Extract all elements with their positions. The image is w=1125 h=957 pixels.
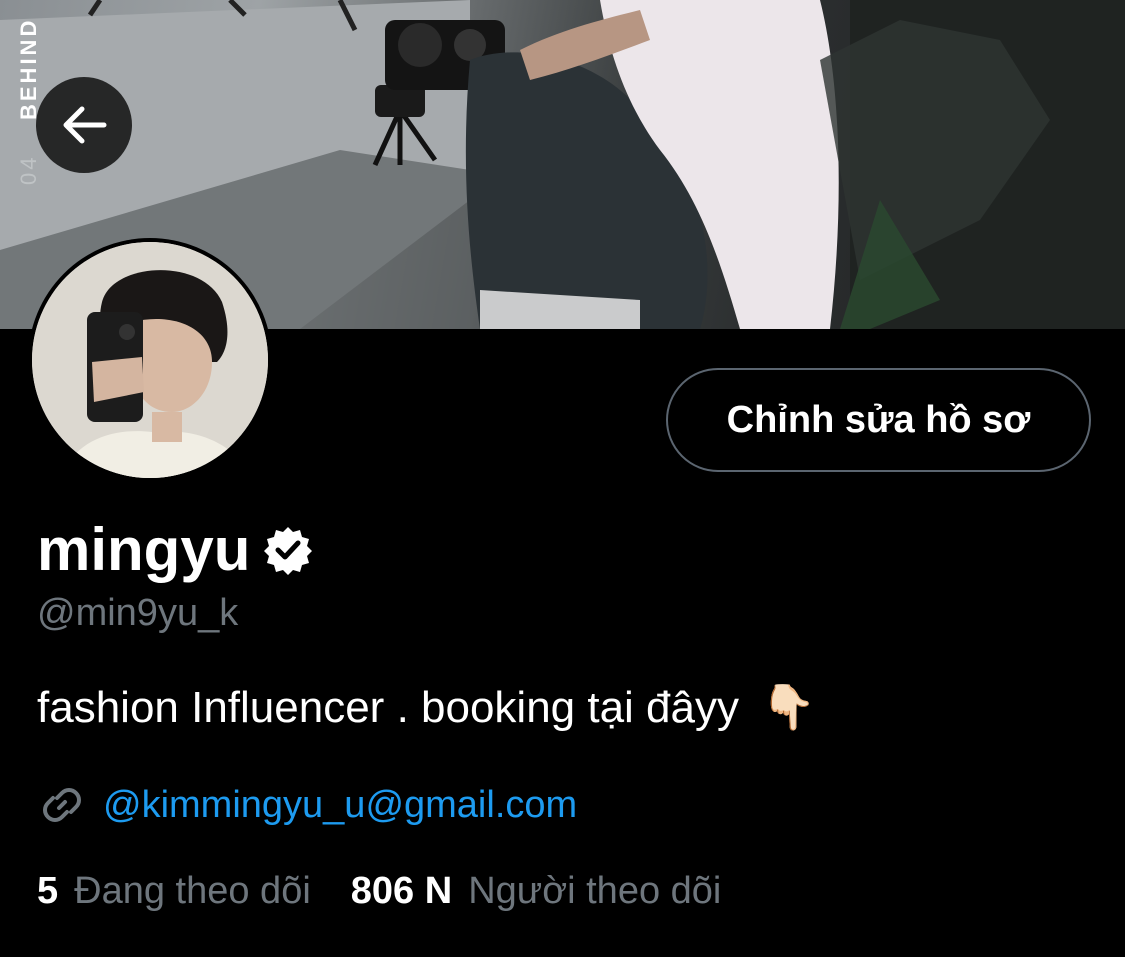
followers-count: 806 N bbox=[350, 870, 453, 912]
avatar-photo bbox=[32, 242, 268, 478]
profile-link-row: @kimmingyu_u@gmail.com bbox=[37, 778, 577, 832]
pointing-down-emoji: 👇🏻 bbox=[761, 683, 817, 732]
following-label: Đang theo dõi bbox=[74, 870, 311, 912]
avatar[interactable] bbox=[28, 238, 272, 482]
user-handle: @min9yu_k bbox=[37, 592, 239, 634]
followers-label: Người theo dõi bbox=[468, 870, 722, 912]
back-button[interactable] bbox=[36, 77, 132, 173]
profile-link[interactable]: @kimmingyu_u@gmail.com bbox=[103, 778, 577, 832]
banner-caption-number: 04 bbox=[16, 155, 41, 185]
follow-stats: 5 Đang theo dõi 806 N Người theo dõi bbox=[37, 864, 721, 918]
banner-caption-word: BEHIND bbox=[16, 18, 41, 120]
display-name-row: mingyu bbox=[37, 515, 314, 585]
followers-stat[interactable]: 806 N Người theo dõi bbox=[351, 864, 722, 918]
arrow-left-icon bbox=[63, 106, 107, 144]
edit-profile-button[interactable]: Chỉnh sửa hồ sơ bbox=[666, 368, 1091, 472]
bio: fashion Influencer . booking tại đâyy 👇🏻 bbox=[37, 680, 816, 736]
display-name: mingyu bbox=[37, 516, 251, 583]
link-icon bbox=[43, 788, 81, 822]
following-count: 5 bbox=[37, 870, 59, 912]
verified-badge-icon[interactable] bbox=[262, 524, 314, 576]
following-stat[interactable]: 5 Đang theo dõi bbox=[37, 864, 311, 918]
bio-text: fashion Influencer . booking tại đâyy bbox=[37, 683, 740, 732]
